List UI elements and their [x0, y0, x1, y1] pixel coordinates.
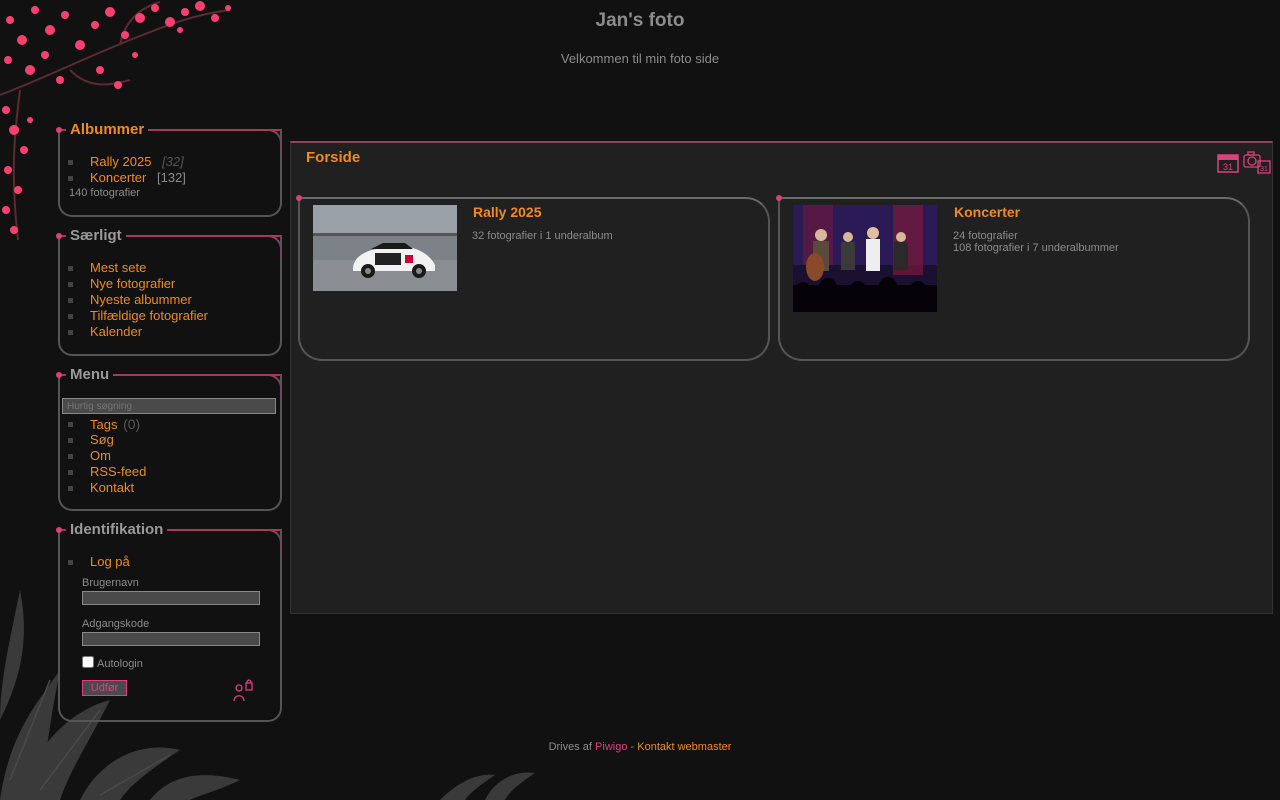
card-corner-dot [776, 195, 782, 201]
menu-item-tags: Tags (0) [68, 416, 146, 432]
box-corner-dot [56, 127, 62, 133]
album-menu-item-koncerter: Koncerter [132] [68, 170, 186, 186]
new-photos-link[interactable]: Nye fotografier [90, 276, 175, 291]
login-link[interactable]: Log på [90, 554, 130, 569]
box-corner-dot [56, 527, 62, 533]
footer: Drives af Piwigo - Kontakt webmaster [0, 741, 1280, 753]
most-viewed-link[interactable]: Mest sete [90, 260, 146, 275]
tags-link[interactable]: Tags [90, 417, 117, 432]
identification-box: Identifikation Log på Brugernavn Adgangs… [56, 521, 282, 722]
menu-item: Kontakt [68, 480, 146, 496]
random-photos-link[interactable]: Tilfældige fotografier [90, 308, 208, 323]
album-card-rally: Rally 2025 32 fotografier i 1 underalbum [296, 195, 770, 361]
special-item: Nye fotografier [68, 276, 208, 292]
special-item: Kalender [68, 324, 208, 340]
menu-box-title: Menu [66, 366, 114, 383]
calendar-created-icon[interactable]: 31 [1216, 152, 1240, 174]
contact-link[interactable]: Kontakt [90, 480, 134, 495]
password-field[interactable] [82, 632, 260, 646]
identification-box-title: Identifikation [66, 521, 168, 538]
calendar-link[interactable]: Kalender [90, 324, 142, 339]
special-item: Mest sete [68, 260, 208, 276]
svg-text:31: 31 [1223, 162, 1233, 172]
svg-text:31: 31 [1260, 166, 1268, 173]
box-corner-dot [56, 233, 62, 239]
login-item: Log på [68, 554, 130, 570]
autologin-checkbox[interactable] [82, 656, 94, 668]
piwigo-link[interactable]: Piwigo [595, 741, 627, 753]
submit-button[interactable]: Udfør [82, 680, 127, 696]
newest-albums-link[interactable]: Nyeste albummer [90, 292, 192, 307]
album-description-line: 24 fotografier [953, 230, 1018, 242]
special-item: Tilfældige fotografier [68, 308, 208, 324]
calendar-posted-icon[interactable]: 31 [1242, 149, 1272, 175]
special-item: Nyeste albummer [68, 292, 208, 308]
site-title: Jan's foto [595, 10, 685, 31]
menu-item: Søg [68, 432, 146, 448]
tags-count: (0) [123, 416, 141, 432]
albums-menu-box: Albummer Rally 2025 [32] Koncerter [132]… [56, 121, 282, 217]
leaves-decoration-center [440, 772, 535, 800]
footer-separator: - [630, 741, 635, 753]
menu-item: Om [68, 448, 146, 464]
album-description-koncerter: 24 fotografier 108 fotografier i 7 under… [953, 230, 1119, 254]
main-content-panel: Forside 31 31 Rally 2025 32 fotografier … [290, 141, 1273, 614]
album-title-koncerter[interactable]: Koncerter [954, 204, 1020, 220]
main-menu-box: Menu Tags (0) Søg Om RSS-feed Kontakt [56, 366, 282, 511]
box-corner-dot [56, 372, 62, 378]
search-link[interactable]: Søg [90, 432, 114, 447]
album-thumbnail-koncerter[interactable] [793, 205, 937, 312]
album-count-koncerter: [132] [157, 170, 186, 185]
albums-box-title: Albummer [66, 121, 149, 138]
site-subtitle: Velkommen til min foto side [560, 51, 720, 66]
special-box-title: Særligt [66, 227, 126, 244]
album-count-rally: [32] [162, 154, 184, 169]
menu-item: RSS-feed [68, 464, 146, 480]
total-photo-count: 140 fotografier [69, 187, 140, 199]
register-user-icon[interactable] [232, 679, 254, 703]
album-menu-item-rally: Rally 2025 [32] [68, 154, 186, 170]
about-link[interactable]: Om [90, 448, 111, 463]
password-label: Adgangskode [82, 618, 150, 630]
username-field[interactable] [82, 591, 260, 605]
album-title-rally[interactable]: Rally 2025 [473, 204, 542, 220]
rss-feed-link[interactable]: RSS-feed [90, 464, 146, 479]
contact-webmaster-link[interactable]: Kontakt webmaster [637, 741, 731, 753]
album-link-koncerter[interactable]: Koncerter [90, 170, 146, 185]
username-label: Brugernavn [82, 577, 139, 589]
special-menu-box: Særligt Mest sete Nye fotografier Nyeste… [56, 227, 282, 356]
album-thumbnail-rally[interactable] [313, 205, 457, 291]
powered-by-text: Drives af [548, 741, 592, 753]
album-card-koncerter: Koncerter 24 fotografier 108 fotografier… [776, 195, 1250, 361]
breadcrumb[interactable]: Forside [306, 149, 360, 166]
autologin-label: Autologin [97, 658, 143, 670]
album-description-rally: 32 fotografier i 1 underalbum [472, 230, 613, 242]
album-link-rally[interactable]: Rally 2025 [90, 154, 151, 169]
album-description-line: 108 fotografier i 7 underalbummer [953, 242, 1119, 254]
card-corner-dot [296, 195, 302, 201]
quick-search-input[interactable] [62, 398, 276, 414]
